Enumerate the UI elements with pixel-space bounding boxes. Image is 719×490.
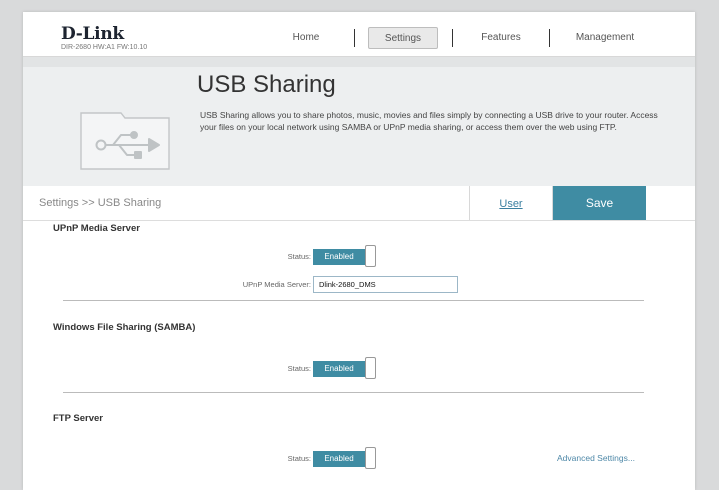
page-title: USB Sharing xyxy=(197,71,336,98)
nav-home[interactable]: Home xyxy=(281,27,331,49)
router-admin-window: D-Link DIR-2680 HW:A1 FW:10.10 Home Sett… xyxy=(23,12,695,490)
usb-icon xyxy=(79,109,171,176)
upnp-server-label: UPnP Media Server: xyxy=(242,280,311,289)
upnp-status-label: Status: xyxy=(287,252,311,261)
page-description: USB Sharing allows you to share photos, … xyxy=(200,110,658,132)
advanced-settings-link[interactable]: Advanced Settings... xyxy=(557,453,635,463)
ftp-section-title: FTP Server xyxy=(53,413,103,424)
upnp-section-title: UPnP Media Server xyxy=(53,223,140,234)
nav-management[interactable]: Management xyxy=(563,27,647,49)
nav-separator xyxy=(354,29,355,47)
samba-status-toggle[interactable]: Enabled xyxy=(313,357,377,379)
breadcrumb-bar: Settings >> USB Sharing User Save xyxy=(23,186,695,221)
toggle-knob[interactable] xyxy=(365,447,376,469)
nav-separator xyxy=(549,29,550,47)
breadcrumb: Settings >> USB Sharing xyxy=(39,197,162,209)
page-hero: USB Sharing USB Sharing allows you to sh… xyxy=(23,56,695,187)
main-nav: Home Settings Features Management xyxy=(23,27,695,49)
user-tab[interactable]: User xyxy=(469,186,553,220)
samba-section-title: Windows File Sharing (SAMBA) xyxy=(53,322,196,333)
nav-separator xyxy=(452,29,453,47)
section-divider xyxy=(63,300,644,301)
upnp-status-toggle[interactable]: Enabled xyxy=(313,245,377,267)
save-button[interactable]: Save xyxy=(553,186,646,220)
user-link[interactable]: User xyxy=(499,198,522,210)
samba-status-label: Status: xyxy=(287,364,311,373)
section-divider xyxy=(63,392,644,393)
ftp-status-toggle[interactable]: Enabled xyxy=(313,447,377,469)
toggle-state: Enabled xyxy=(313,361,365,377)
top-header: D-Link DIR-2680 HW:A1 FW:10.10 Home Sett… xyxy=(23,12,695,56)
toggle-state: Enabled xyxy=(313,451,365,467)
hero-band xyxy=(23,57,695,67)
upnp-server-name-field[interactable]: Dlink-2680_DMS xyxy=(313,276,458,293)
nav-settings[interactable]: Settings xyxy=(368,27,438,49)
toggle-state: Enabled xyxy=(313,249,365,265)
toggle-knob[interactable] xyxy=(365,245,376,267)
ftp-status-label: Status: xyxy=(287,454,311,463)
toggle-knob[interactable] xyxy=(365,357,376,379)
nav-features[interactable]: Features xyxy=(466,27,536,49)
